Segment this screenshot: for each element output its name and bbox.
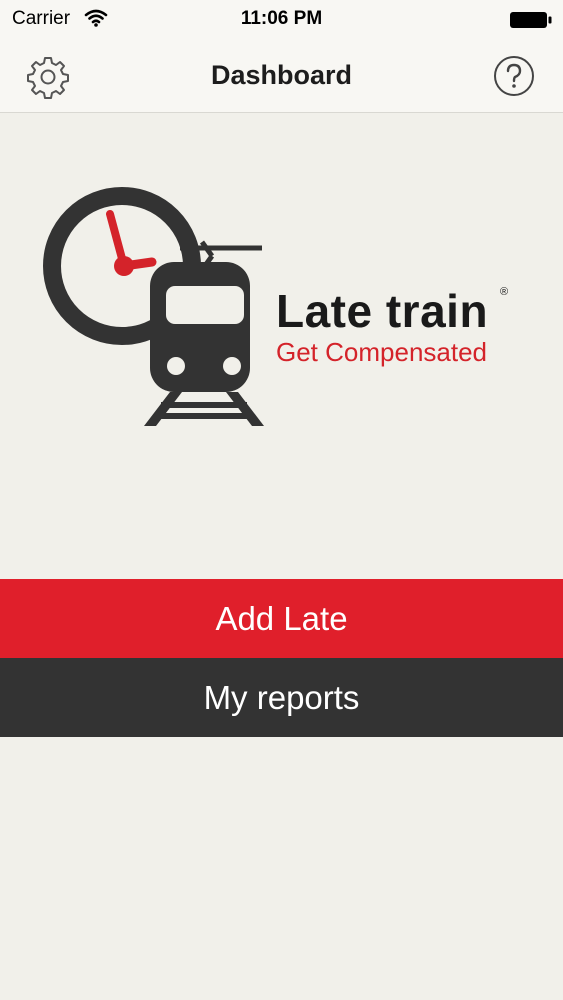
add-late-button[interactable]: Add Late xyxy=(0,579,563,658)
navigation-bar: Dashboard xyxy=(0,40,563,113)
my-reports-button[interactable]: My reports xyxy=(0,658,563,737)
page-title: Dashboard xyxy=(210,60,353,90)
registered-mark: ® xyxy=(500,286,509,298)
logo-title: Late train xyxy=(276,285,489,337)
status-time: 11:06 PM xyxy=(240,8,323,29)
status-bar: Carrier 11:06 PM xyxy=(0,0,563,40)
question-icon xyxy=(494,56,534,96)
logo-subtitle: Get Compensated xyxy=(276,337,488,367)
battery-icon xyxy=(510,12,552,28)
help-button[interactable] xyxy=(493,55,535,97)
